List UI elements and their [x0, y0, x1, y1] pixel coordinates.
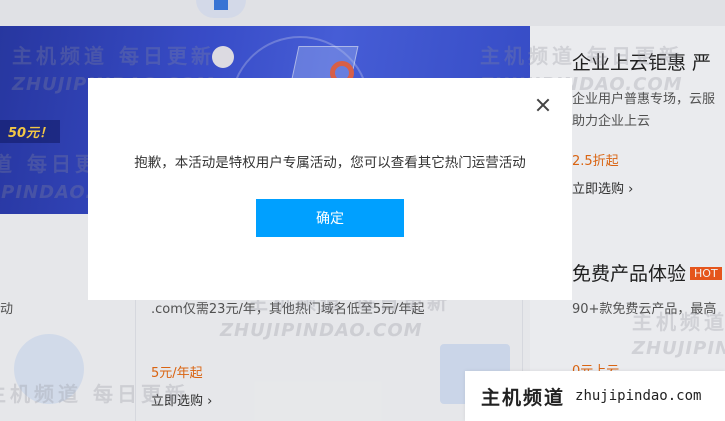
site-name: 主机频道: [481, 386, 566, 409]
site-domain: zhujipindao.com: [575, 388, 702, 404]
close-icon[interactable]: [536, 98, 550, 112]
dialog-message: 抱歉，本活动是特权用户专属活动，您可以查看其它热门运营活动: [134, 155, 526, 171]
site-watermark-badge: 主机频道 zhujipindao.com: [465, 371, 725, 421]
confirm-button[interactable]: 确定: [256, 199, 404, 237]
activity-restricted-dialog: 抱歉，本活动是特权用户专属活动，您可以查看其它热门运营活动 确定: [88, 78, 572, 300]
